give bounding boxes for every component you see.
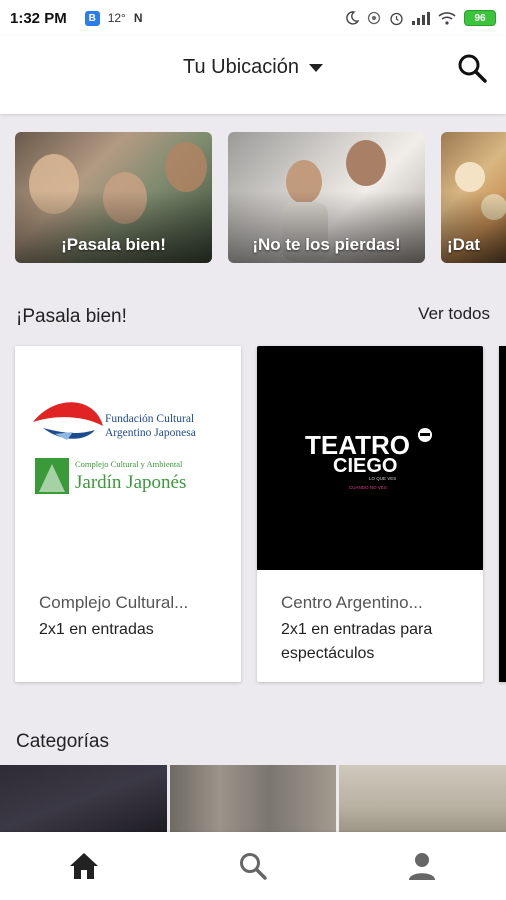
search-icon bbox=[239, 853, 267, 880]
home-icon bbox=[70, 853, 99, 879]
venue-logo-jardin-japones: Fundación Cultural Argentino Japonesa Co… bbox=[15, 346, 241, 570]
categories-carousel bbox=[0, 765, 506, 833]
logo-text-1: Fundación Cultural bbox=[105, 413, 194, 425]
fundacion-logo: Fundación Cultural Argentino Japonesa Co… bbox=[33, 402, 196, 494]
location-icon bbox=[367, 11, 381, 25]
venue-name: Centro Argentino... bbox=[281, 593, 423, 612]
wifi-icon bbox=[438, 12, 456, 25]
venue-card[interactable]: TEATRO CIEGO LO QUE VES CUANDO NO VES Ce… bbox=[257, 346, 483, 682]
logo-text-2: CIEGO bbox=[333, 455, 397, 477]
moon-icon bbox=[346, 11, 359, 25]
location-label: Tu Ubicación bbox=[183, 56, 299, 78]
category-tile[interactable] bbox=[339, 765, 506, 833]
logo-text-3: Complejo Cultural y Ambiental bbox=[75, 459, 183, 469]
banner-no-te-los-pierdas[interactable]: ¡No te los pierdas! bbox=[228, 132, 425, 263]
bottom-navigation bbox=[0, 832, 506, 900]
promo-carousel: ¡Pasala bien! ¡No te los pierdas! ¡Dat bbox=[15, 132, 506, 263]
n-icon: N bbox=[133, 11, 143, 25]
temperature-text: 12° bbox=[107, 11, 126, 25]
nav-profile-button[interactable] bbox=[392, 842, 452, 890]
status-time: 1:32 PM bbox=[10, 9, 67, 27]
banner-label: ¡No te los pierdas! bbox=[252, 235, 401, 254]
categories-title: Categorías bbox=[16, 731, 109, 752]
battery-icon: 96 bbox=[464, 10, 496, 26]
signal-icon bbox=[412, 11, 430, 25]
banner-pasala-bien[interactable]: ¡Pasala bien! bbox=[15, 132, 212, 263]
status-bar: 1:32 PM B 12° N 96 bbox=[0, 0, 506, 36]
alarm-icon bbox=[390, 12, 403, 25]
logo-text-3: LO QUE VES bbox=[369, 476, 396, 481]
nav-home-button[interactable] bbox=[54, 842, 114, 890]
venue-card-partial[interactable] bbox=[499, 346, 506, 682]
see-all-link[interactable]: Ver todos bbox=[418, 304, 490, 324]
banner-partial[interactable]: ¡Dat bbox=[441, 132, 506, 263]
venue-offer: 2x1 en entradas bbox=[39, 621, 154, 638]
logo-text-4: CUANDO NO VES bbox=[349, 485, 387, 490]
nav-search-button[interactable] bbox=[223, 842, 283, 890]
logo-text-4: Jardín Japonés bbox=[75, 472, 186, 493]
teatro-ciego-logo: TEATRO CIEGO LO QUE VES CUANDO NO VES bbox=[305, 428, 432, 490]
notification-b-icon: B bbox=[84, 10, 100, 26]
venue-card-list: Fundación Cultural Argentino Japonesa Co… bbox=[15, 346, 506, 682]
banner-label: ¡Dat bbox=[447, 235, 481, 254]
caret-down-icon bbox=[308, 63, 323, 72]
venue-card[interactable]: Fundación Cultural Argentino Japonesa Co… bbox=[15, 346, 241, 682]
venue-name: Complejo Cultural... bbox=[39, 593, 189, 612]
venue-logo-teatro-ciego: TEATRO CIEGO LO QUE VES CUANDO NO VES bbox=[257, 346, 483, 570]
category-tile[interactable] bbox=[170, 765, 336, 833]
section-title: ¡Pasala bien! bbox=[16, 306, 127, 327]
venue-offer: 2x1 en entradas para espectáculos bbox=[281, 621, 433, 662]
search-icon[interactable] bbox=[456, 52, 488, 84]
banner-label: ¡Pasala bien! bbox=[61, 235, 166, 254]
logo-text-2: Argentino Japonesa bbox=[105, 427, 196, 439]
location-selector[interactable]: Tu Ubicación bbox=[0, 56, 506, 79]
category-tile[interactable] bbox=[0, 765, 167, 833]
profile-icon bbox=[408, 853, 435, 880]
app-bar: Tu Ubicación bbox=[0, 36, 506, 114]
